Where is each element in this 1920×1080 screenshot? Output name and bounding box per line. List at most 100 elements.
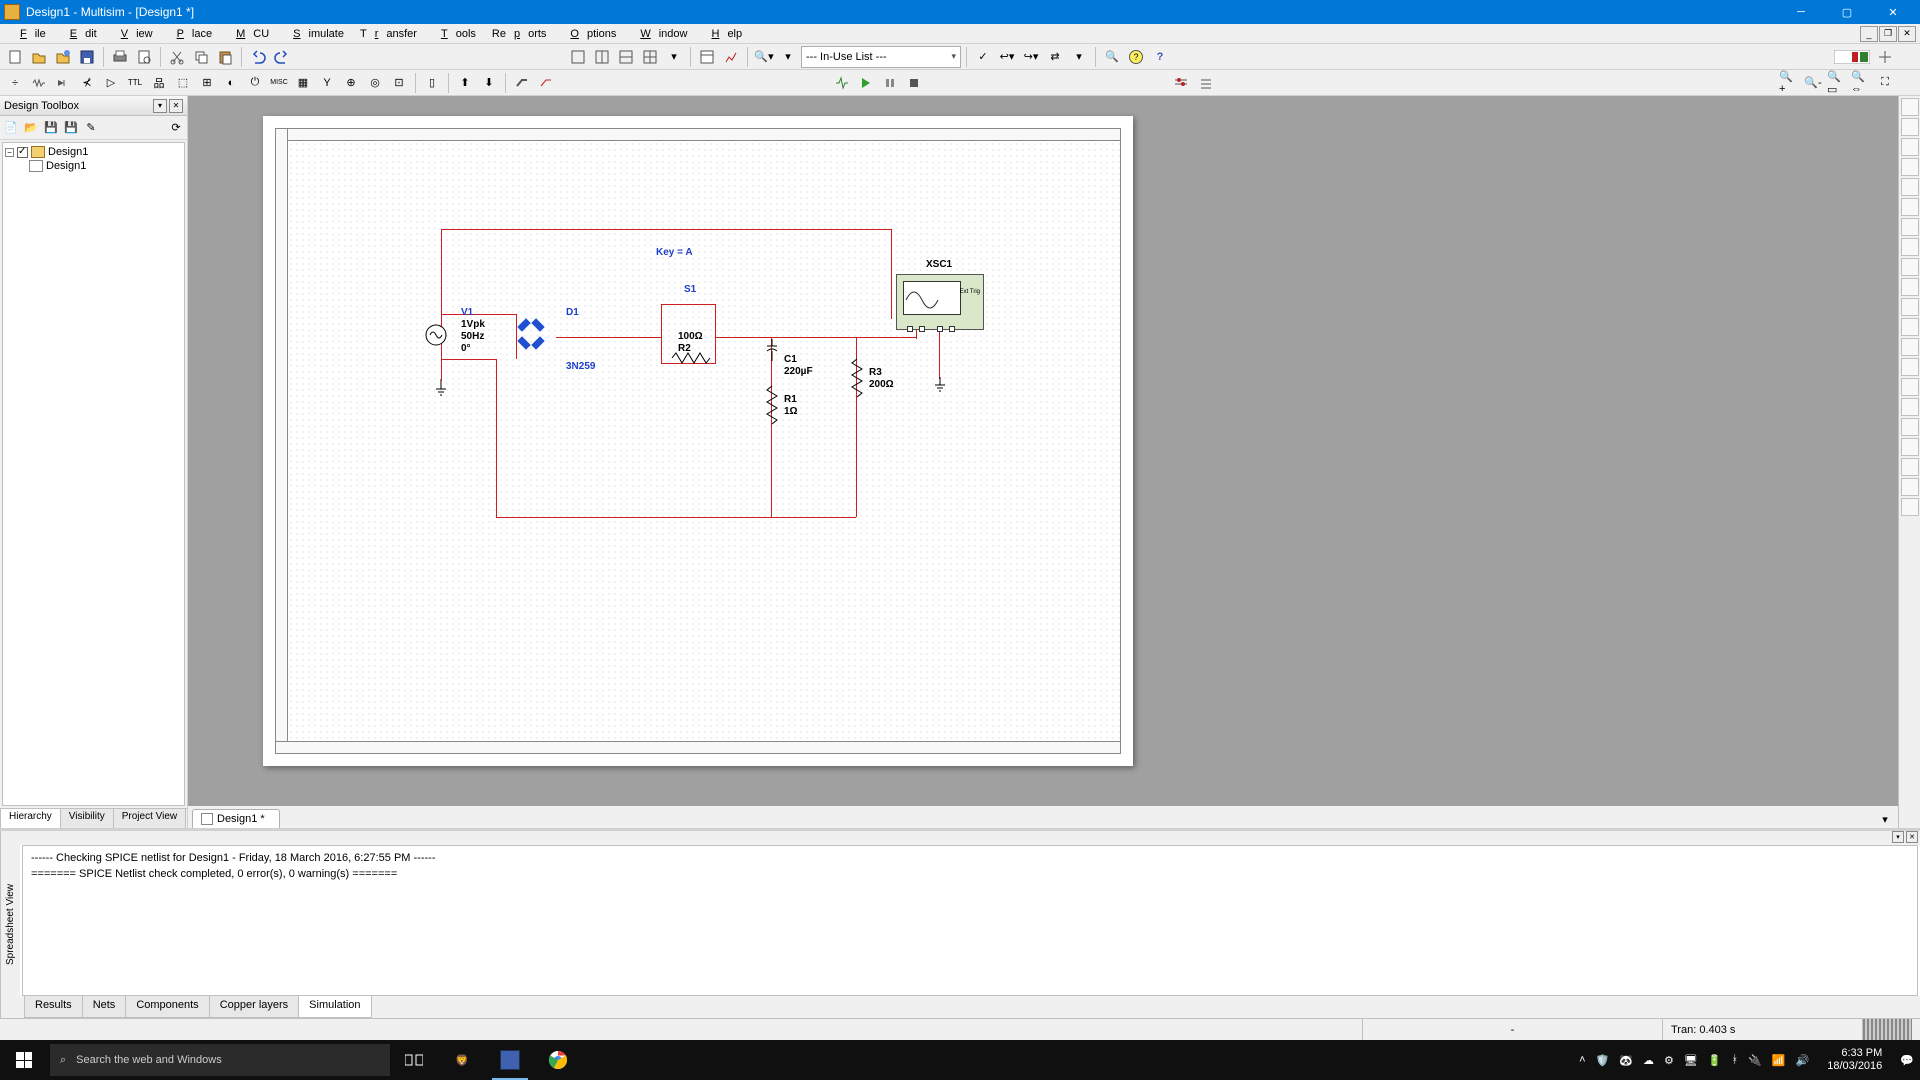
toolbox-save-button[interactable]: 💾 [42, 119, 60, 137]
view-split-h-button[interactable] [615, 46, 637, 68]
open-button[interactable] [28, 46, 50, 68]
tray-icon-3[interactable]: ☁ [1643, 1054, 1654, 1067]
palette-tab-hierarchy[interactable]: Hierarchy [0, 809, 61, 828]
undo-button[interactable] [247, 46, 269, 68]
output-dropdown-button[interactable]: ▾ [1892, 831, 1904, 843]
tray-icon-2[interactable]: 🐼 [1619, 1054, 1633, 1067]
place-wire-button[interactable] [535, 72, 557, 94]
place-diode-button[interactable] [52, 72, 74, 94]
comp-search-button[interactable]: 🔍▾ [753, 46, 775, 68]
toolbox-refresh-button[interactable]: ⟳ [167, 119, 185, 137]
back-annotate-button[interactable]: ↩▾ [996, 46, 1018, 68]
sim-speed-button[interactable] [1874, 46, 1896, 68]
place-bus-button[interactable] [511, 72, 533, 94]
menu-simulate[interactable]: Simulate [277, 26, 352, 42]
probe-settings-button[interactable] [1170, 72, 1192, 94]
instrument-agilent-mm[interactable] [1901, 398, 1919, 416]
hierarchy-down-button[interactable]: ⬇ [478, 72, 500, 94]
taskbar-app-1[interactable]: 🦁 [438, 1040, 486, 1080]
palette-tab-visibility[interactable]: Visibility [60, 809, 114, 828]
zoom-in-button[interactable]: 🔍+ [1778, 72, 1800, 94]
mdi-close-button[interactable]: ✕ [1898, 26, 1916, 42]
layers-button[interactable]: ▾ [663, 46, 685, 68]
menu-help[interactable]: Help [695, 26, 750, 42]
output-tab-components[interactable]: Components [125, 996, 209, 1018]
toolbox-open-button[interactable]: 📂 [22, 119, 40, 137]
tray-icon-network[interactable]: 📶 [1772, 1054, 1786, 1067]
place-ni-button[interactable]: ◎ [364, 72, 386, 94]
redo-button[interactable] [271, 46, 293, 68]
spreadsheet-button[interactable] [696, 46, 718, 68]
view-full-button[interactable] [567, 46, 589, 68]
menu-file[interactable]: File [4, 26, 54, 42]
probe-list-button[interactable] [1194, 72, 1216, 94]
document-tab[interactable]: Design1 * [192, 809, 280, 828]
instrument-agilent-fgen[interactable] [1901, 378, 1919, 396]
instrument-wattmeter[interactable] [1901, 138, 1919, 156]
menu-reports[interactable]: Reports [484, 26, 555, 42]
menu-options[interactable]: Options [554, 26, 624, 42]
ultiboard-button[interactable]: ▾ [1068, 46, 1090, 68]
instrument-spectrum[interactable] [1901, 338, 1919, 356]
menu-place[interactable]: Place [161, 26, 221, 42]
place-transistor-button[interactable]: ⊀ [76, 72, 98, 94]
instrument-tek-scope[interactable] [1901, 438, 1919, 456]
menu-window[interactable]: Window [624, 26, 695, 42]
place-ttl-button[interactable]: TTL [124, 72, 146, 94]
place-mixed-button[interactable]: ⊞ [196, 72, 218, 94]
instrument-elvis[interactable] [1901, 478, 1919, 496]
spreadsheet-view-tab[interactable]: Spreadsheet View [0, 831, 20, 1018]
instrument-multimeter[interactable] [1901, 98, 1919, 116]
copy-button[interactable] [190, 46, 212, 68]
instrument-labview[interactable] [1901, 458, 1919, 476]
tray-notifications[interactable]: 💬 [1900, 1054, 1914, 1067]
tree-root[interactable]: − Design1 [5, 145, 182, 159]
menu-tools[interactable]: Tools [425, 26, 484, 42]
palette-tab-project[interactable]: Project View [113, 809, 186, 828]
instrument-fgen[interactable] [1901, 118, 1919, 136]
task-view-button[interactable] [390, 1040, 438, 1080]
instrument-word-gen[interactable] [1901, 238, 1919, 256]
toolbox-new-button[interactable]: 📄 [2, 119, 20, 137]
tray-icon-volume[interactable]: 🔊 [1796, 1054, 1810, 1067]
instrument-iv[interactable] [1901, 298, 1919, 316]
place-power-button[interactable]: ⏻ [244, 72, 266, 94]
stop-button[interactable] [903, 72, 925, 94]
info-button[interactable]: ? [1125, 46, 1147, 68]
instrument-distortion[interactable] [1901, 318, 1919, 336]
place-analog-button[interactable]: ▷ [100, 72, 122, 94]
output-tab-simulation[interactable]: Simulation [298, 996, 371, 1018]
tray-icon-1[interactable]: 🛡️ [1596, 1054, 1610, 1067]
run-button[interactable] [855, 72, 877, 94]
tray-icon-4[interactable]: ⚙ [1664, 1054, 1674, 1067]
place-connector-button[interactable]: ⊡ [388, 72, 410, 94]
tray-icon-power[interactable]: 🔌 [1748, 1054, 1762, 1067]
save-button[interactable] [76, 46, 98, 68]
hierarchy-up-button[interactable]: ⬆ [454, 72, 476, 94]
taskbar-clock[interactable]: 6:33 PM 18/03/2016 [1819, 1047, 1890, 1073]
place-source-button[interactable]: ÷ [4, 72, 26, 94]
instrument-agilent-scope[interactable] [1901, 418, 1919, 436]
instrument-current-probe[interactable] [1901, 498, 1919, 516]
place-rf-button[interactable]: Y [316, 72, 338, 94]
place-mcu-button[interactable]: ▯ [421, 72, 443, 94]
instrument-logic-analyzer[interactable] [1901, 258, 1919, 276]
start-button[interactable] [0, 1040, 48, 1080]
instrument-network[interactable] [1901, 358, 1919, 376]
instrument-bode[interactable] [1901, 198, 1919, 216]
menu-view[interactable]: View [105, 26, 161, 42]
menu-edit[interactable]: Edit [54, 26, 105, 42]
fullscreen-button[interactable]: ⛶ [1874, 72, 1896, 94]
cut-button[interactable] [166, 46, 188, 68]
place-misc-digital-button[interactable]: ⬚ [172, 72, 194, 94]
oscilloscope-instrument[interactable]: Ext Trig [896, 274, 984, 330]
interactive-sim-button[interactable] [831, 72, 853, 94]
check-erc-button[interactable]: ✓ [972, 46, 994, 68]
zoom-out-button[interactable]: 🔍- [1802, 72, 1824, 94]
taskbar-app-chrome[interactable] [534, 1040, 582, 1080]
new-button[interactable] [4, 46, 26, 68]
print-button[interactable] [109, 46, 131, 68]
output-tab-results[interactable]: Results [24, 996, 83, 1018]
zoom-area-button[interactable]: 🔍▭ [1826, 72, 1848, 94]
transfer-button[interactable]: ⇄ [1044, 46, 1066, 68]
